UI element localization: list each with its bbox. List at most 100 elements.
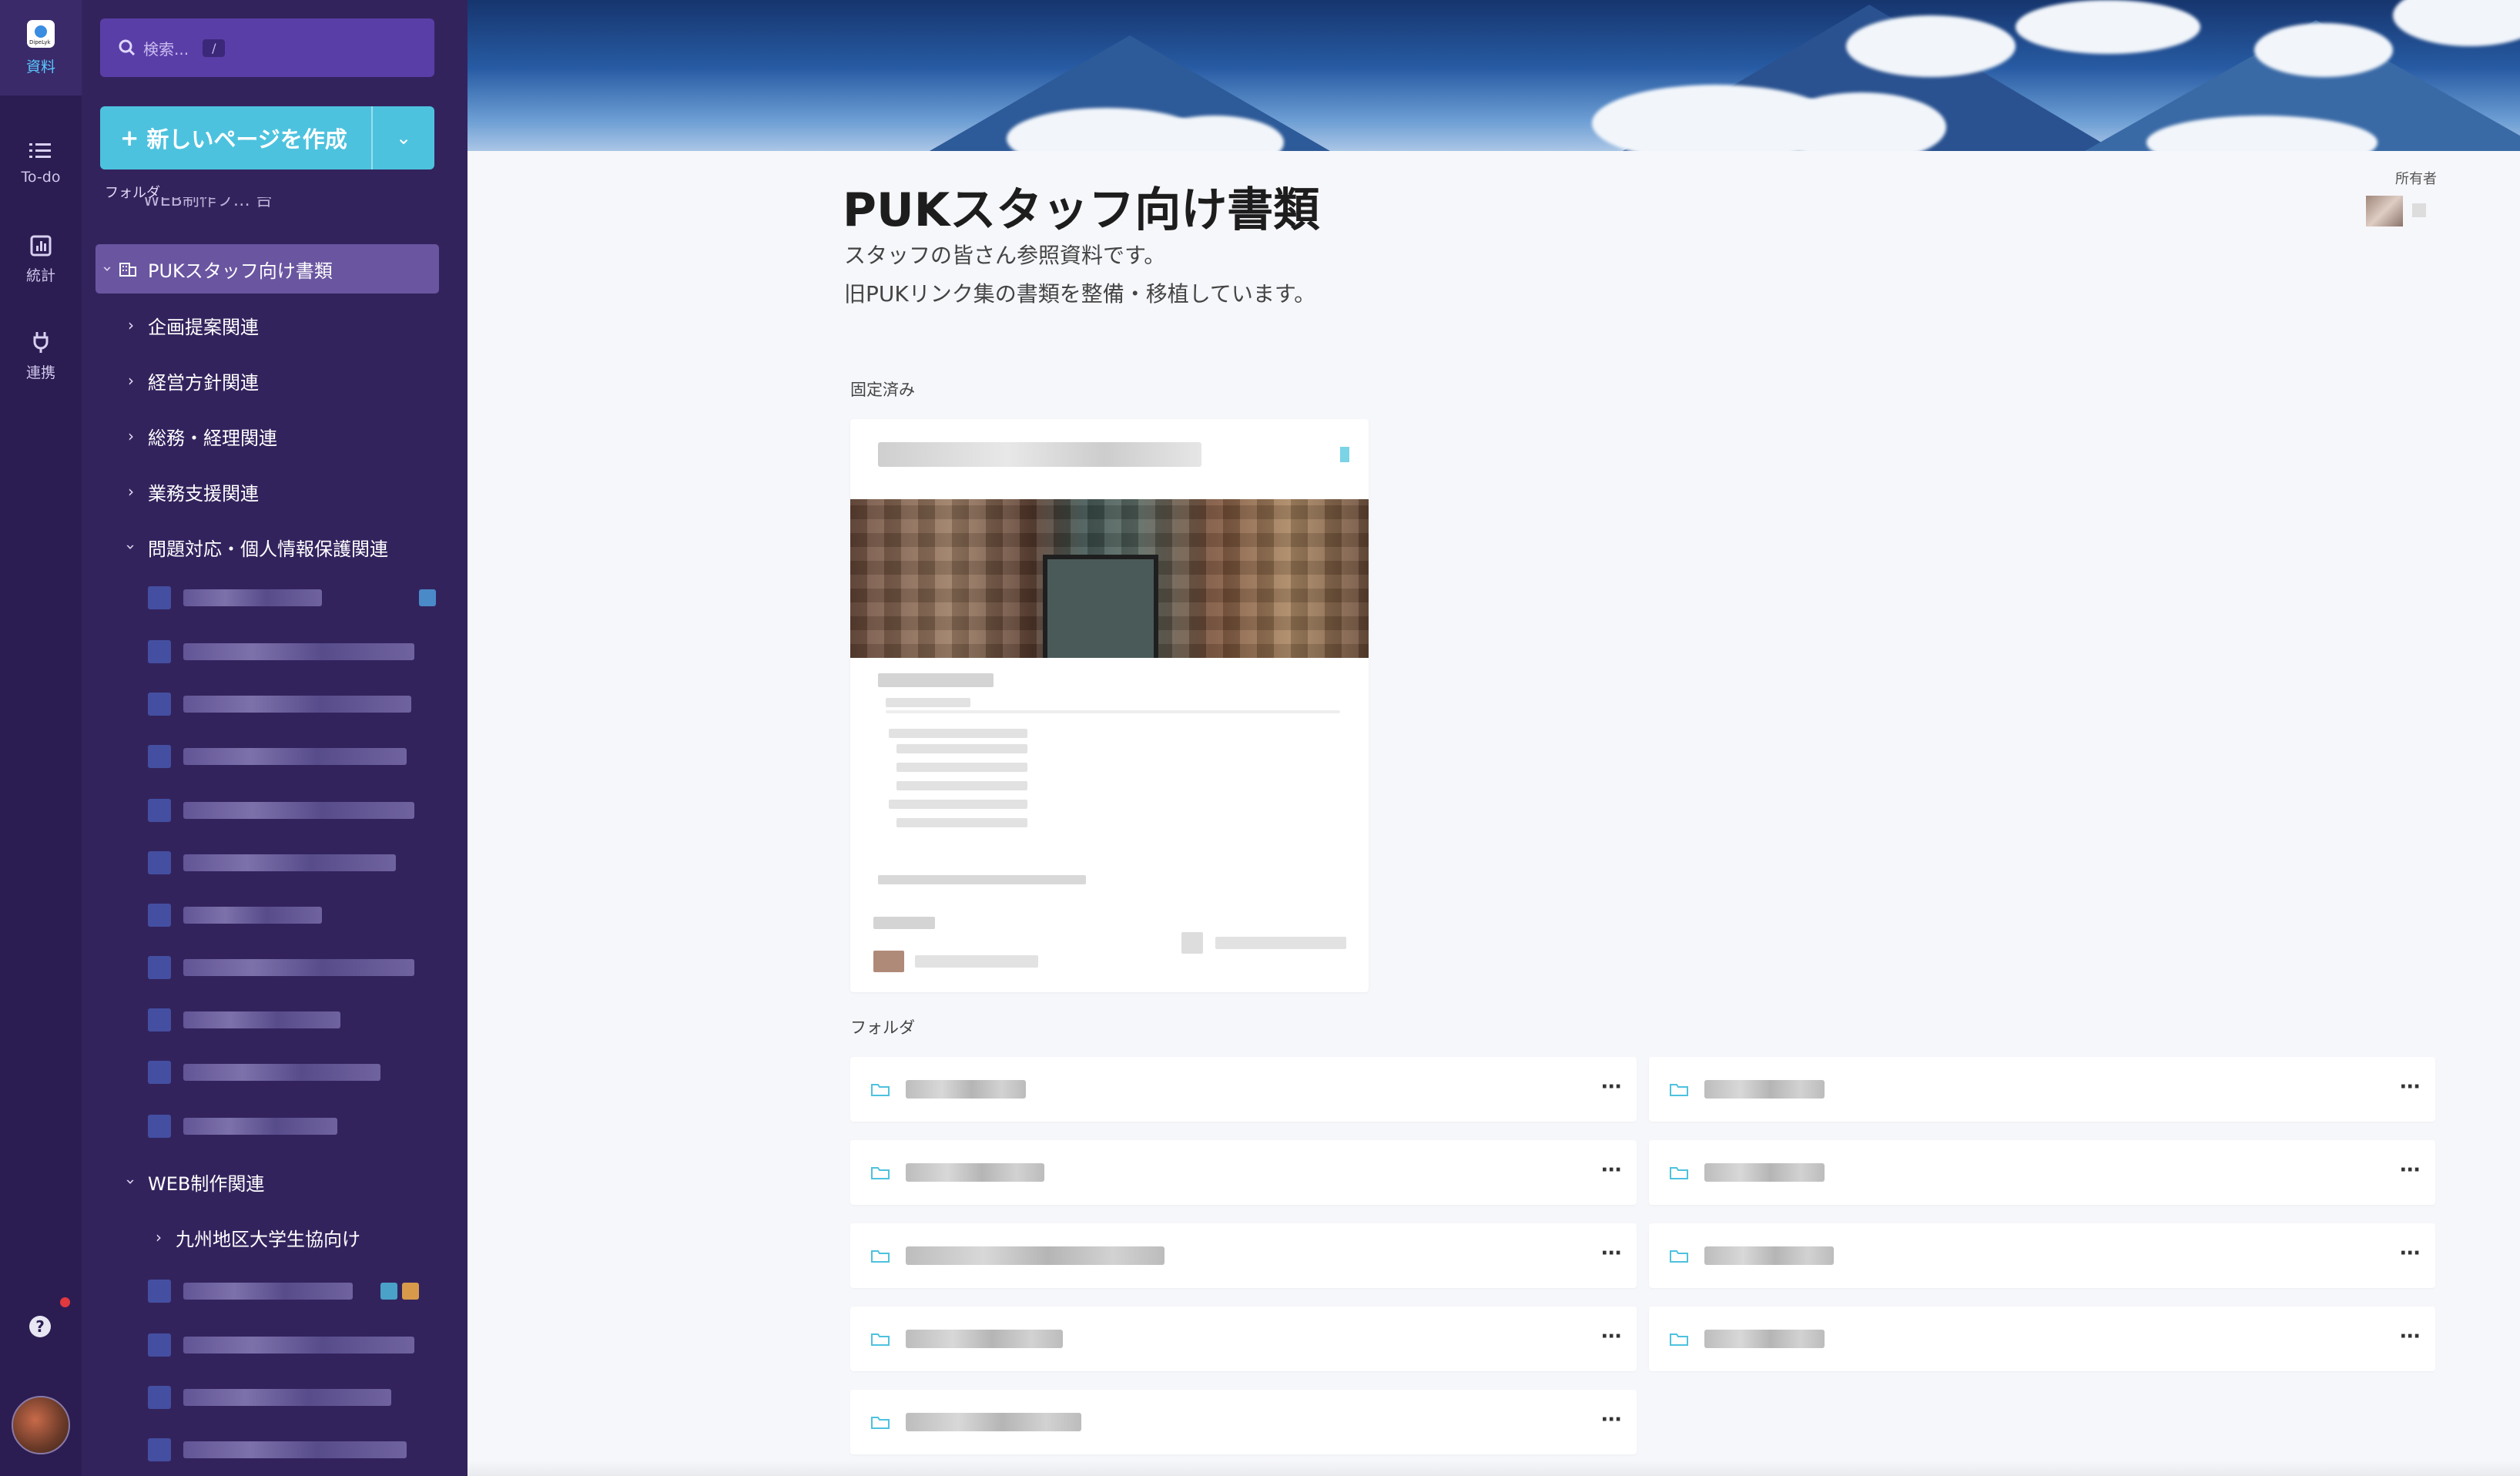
plus-icon: +: [120, 125, 139, 151]
redacted-text: [183, 1337, 414, 1354]
list-item[interactable]: [148, 1330, 414, 1360]
rail-item-label: 資料: [25, 58, 55, 75]
sidebar-item-web[interactable]: › WEB制作関連: [122, 1157, 265, 1206]
building-icon: [119, 263, 136, 277]
folder-card[interactable]: ···: [1649, 1307, 2435, 1371]
more-options-icon[interactable]: ···: [2399, 1075, 2421, 1099]
doc-icon: [148, 693, 171, 716]
more-options-icon[interactable]: ···: [1600, 1159, 1622, 1182]
user-avatar[interactable]: [12, 1396, 70, 1454]
rail-item-docs[interactable]: DipeLyk 資料: [0, 0, 82, 96]
list-icon: [29, 143, 51, 158]
list-item[interactable]: [148, 741, 407, 772]
redacted-text: [183, 802, 414, 819]
list-item[interactable]: [148, 1111, 337, 1142]
cover-image[interactable]: [467, 0, 2520, 151]
redacted-text: [183, 1118, 337, 1135]
folder-card[interactable]: ···: [1649, 1057, 2435, 1122]
rail-item-stats[interactable]: 統計: [0, 212, 82, 307]
redacted-text: [183, 1283, 353, 1300]
pinned-page-card[interactable]: [850, 419, 1369, 992]
list-item[interactable]: [148, 1382, 391, 1413]
folder-card[interactable]: ···: [850, 1307, 1637, 1371]
create-options-button[interactable]: ⌄: [371, 106, 434, 169]
chevron-right-icon: ›: [156, 1228, 162, 1246]
list-item[interactable]: [148, 689, 411, 720]
folder-icon: [871, 1333, 890, 1346]
sidebar-item-planning[interactable]: › 企画提案関連: [125, 300, 259, 350]
list-item[interactable]: [148, 1057, 380, 1088]
redacted-text: [183, 1441, 407, 1458]
sidebar-item-privacy[interactable]: › 問題対応・個人情報保護関連: [122, 522, 388, 572]
redacted-text: [1704, 1330, 1825, 1348]
sidebar-item-management-policy[interactable]: › 経営方針関連: [125, 356, 259, 405]
sidebar-item-label: 経営方針関連: [148, 371, 259, 394]
chevron-right-icon: ›: [128, 371, 134, 390]
more-options-icon[interactable]: ···: [2399, 1159, 2421, 1182]
sidebar-item-label: WEB制作関連: [148, 1172, 265, 1195]
more-options-icon[interactable]: ···: [1600, 1242, 1622, 1265]
folder-icon: [1670, 1084, 1688, 1096]
sidebar-item-general-affairs[interactable]: › 総務・経理関連: [125, 411, 277, 461]
more-options-icon[interactable]: ···: [1600, 1325, 1622, 1348]
list-item[interactable]: [148, 1434, 407, 1465]
doc-icon: [148, 586, 171, 609]
sidebar-item-label: PUKスタッフ向け書類: [148, 260, 333, 282]
more-options-icon[interactable]: ···: [2399, 1242, 2421, 1265]
create-page-button[interactable]: + 新しいページを作成: [100, 106, 371, 169]
redacted-text: [1704, 1163, 1825, 1182]
chevron-down-icon: ⌄: [395, 127, 412, 149]
redacted-text: [906, 1330, 1063, 1348]
doc-icon: [148, 1280, 171, 1303]
search-input[interactable]: 検索... /: [100, 18, 434, 77]
list-item[interactable]: [148, 582, 436, 613]
sidebar: 検索... / + 新しいページを作成 ⌄ フォルダ WEB制作フ… 台 › P…: [82, 0, 467, 1476]
partial-label: WEB制作フ… 台: [143, 197, 273, 210]
page-description-line: スタッフの皆さん参照資料です。: [844, 243, 1166, 268]
chevron-right-icon: ›: [128, 482, 134, 501]
list-item[interactable]: [148, 952, 414, 983]
more-options-icon[interactable]: ···: [1600, 1075, 1622, 1099]
redacted-text: [183, 1389, 391, 1406]
sidebar-item-business-support[interactable]: › 業務支援関連: [125, 467, 259, 516]
list-item[interactable]: [148, 795, 414, 826]
folder-card[interactable]: ···: [1649, 1223, 2435, 1288]
folder-card[interactable]: ···: [1649, 1140, 2435, 1205]
sidebar-item-puk-docs[interactable]: › PUKスタッフ向け書類: [96, 244, 439, 294]
folder-icon: [871, 1417, 890, 1429]
redacted-text: [183, 1064, 380, 1081]
sidebar-item-kyushu[interactable]: › 九州地区大学生協向け: [152, 1213, 360, 1262]
rail-item-integrations[interactable]: 連携: [0, 308, 82, 404]
doc-icon: [148, 1061, 171, 1084]
more-options-icon[interactable]: ···: [1600, 1408, 1622, 1431]
folder-card[interactable]: ···: [850, 1057, 1637, 1122]
redacted-text: [1704, 1080, 1825, 1099]
list-item[interactable]: [148, 1276, 419, 1307]
owner-label: 所有者: [2395, 171, 2437, 187]
sidebar-item-partial[interactable]: WEB制作フ… 台: [143, 197, 374, 217]
more-options-icon[interactable]: ···: [2399, 1325, 2421, 1348]
pinned-section-heading: 固定済み: [850, 381, 915, 399]
owner-avatar[interactable]: [2366, 196, 2403, 226]
doc-icon: [148, 1386, 171, 1409]
sidebar-item-label: 総務・経理関連: [148, 427, 277, 449]
list-item[interactable]: [148, 900, 322, 931]
list-item[interactable]: [148, 636, 414, 667]
list-item[interactable]: [148, 1005, 340, 1035]
folder-icon: [871, 1250, 890, 1263]
help-icon[interactable]: ?: [29, 1316, 51, 1337]
folder-icon: [1670, 1250, 1688, 1263]
list-item[interactable]: [148, 847, 396, 878]
folder-card[interactable]: ···: [850, 1140, 1637, 1205]
rail-item-todo[interactable]: To-do: [0, 116, 82, 211]
rail-item-label: To-do: [21, 169, 61, 186]
page-title: PUKスタッフ向け書類: [843, 183, 1320, 237]
notification-dot: [60, 1297, 70, 1307]
folder-card[interactable]: ···: [850, 1223, 1637, 1288]
redacted-text: [183, 1011, 340, 1028]
redacted-text: [906, 1246, 1164, 1265]
chevron-right-icon: ›: [128, 427, 134, 445]
tag-icon: [380, 1283, 397, 1300]
owner-name-redacted: [2412, 203, 2426, 217]
folder-card[interactable]: ···: [850, 1390, 1637, 1454]
